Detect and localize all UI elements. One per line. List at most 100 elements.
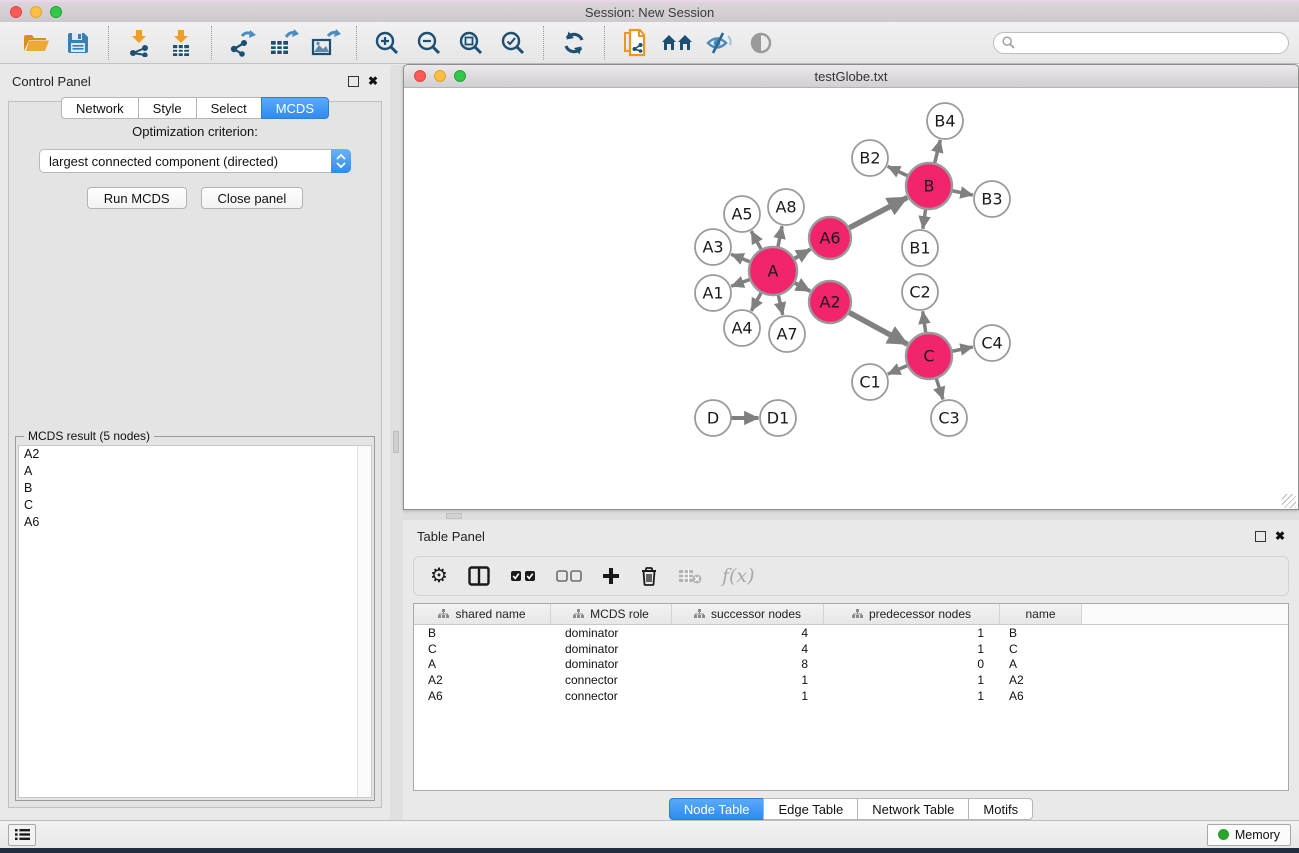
close-panel-icon[interactable]: ✖ — [368, 75, 378, 87]
tab-motifs[interactable]: Motifs — [968, 798, 1033, 820]
graph-node-B3[interactable]: B3 — [974, 181, 1010, 217]
optimization-criterion-label: Optimization criterion: — [9, 124, 381, 139]
graph-node-A6[interactable]: A6 — [809, 217, 851, 259]
column-header-predecessor-nodes[interactable]: predecessor nodes — [824, 604, 1000, 624]
delete-table-icon-disabled — [678, 568, 702, 584]
table-row[interactable]: Adominator80A — [414, 656, 1288, 672]
graph-node-C[interactable]: C — [906, 333, 952, 379]
import-network-icon[interactable] — [121, 26, 157, 60]
criterion-value: largest connected component (directed) — [40, 154, 331, 169]
task-history-button[interactable] — [8, 824, 36, 846]
column-header-shared-name[interactable]: shared name — [414, 604, 551, 624]
zoom-selected-icon[interactable] — [495, 26, 531, 60]
vertical-splitter[interactable] — [390, 65, 403, 820]
scrollbar[interactable] — [357, 446, 371, 797]
graph-node-A7[interactable]: A7 — [769, 316, 805, 352]
graph-node-A3[interactable]: A3 — [695, 229, 731, 265]
tab-select[interactable]: Select — [196, 97, 261, 119]
svg-text:C: C — [923, 347, 934, 366]
close-panel-button[interactable]: Close panel — [201, 187, 304, 209]
tab-node-table[interactable]: Node Table — [669, 798, 764, 820]
graph-node-C2[interactable]: C2 — [902, 274, 938, 310]
table-options-gear-icon[interactable]: ⚙ — [430, 566, 448, 586]
column-header-name[interactable]: name — [1000, 604, 1082, 624]
home-layout-icon[interactable] — [659, 26, 695, 60]
list-item[interactable]: A6 — [19, 514, 371, 531]
table-row[interactable]: Bdominator41B — [414, 625, 1288, 641]
close-table-panel-icon[interactable]: ✖ — [1275, 530, 1285, 542]
list-item[interactable]: A2 — [19, 446, 371, 463]
node-table[interactable]: shared name MCDS role successor nodes pr… — [413, 603, 1289, 791]
table-row[interactable]: Cdominator41C — [414, 641, 1288, 657]
network-canvas[interactable]: A B C A6 A2 A1 A3 A4 A5 A7 A8 B1 B2 B3 B4 C1 C2 C3 C4 D D1 — [405, 89, 1297, 509]
tab-network-table[interactable]: Network Table — [857, 798, 968, 820]
create-column-icon[interactable] — [602, 567, 620, 585]
window-resize-grip[interactable] — [1282, 494, 1296, 508]
refresh-icon[interactable] — [556, 26, 592, 60]
column-header-empty — [1082, 604, 1288, 624]
graph-node-C3[interactable]: C3 — [931, 400, 967, 436]
run-mcds-button[interactable]: Run MCDS — [87, 187, 187, 209]
tab-network[interactable]: Network — [61, 97, 138, 119]
deselect-all-icon[interactable] — [556, 570, 582, 582]
graph-node-A5[interactable]: A5 — [724, 196, 760, 232]
network-window-title: testGlobe.txt — [815, 69, 888, 84]
import-table-icon[interactable] — [163, 26, 199, 60]
open-file-icon[interactable] — [18, 26, 54, 60]
hide-graphics-icon[interactable] — [701, 26, 737, 60]
zoom-network-window-button[interactable] — [454, 70, 466, 82]
mcds-result-box: MCDS result (5 nodes) A2 A B C A6 — [15, 436, 375, 801]
search-input[interactable] — [1020, 36, 1280, 50]
zoom-out-icon[interactable] — [411, 26, 447, 60]
zoom-fit-icon[interactable] — [453, 26, 489, 60]
column-header-successor-nodes[interactable]: successor nodes — [672, 604, 824, 624]
graph-node-B4[interactable]: B4 — [927, 103, 963, 139]
graph-node-C1[interactable]: C1 — [852, 364, 888, 400]
table-row[interactable]: A6connector11A6 — [414, 688, 1288, 704]
graph-node-C4[interactable]: C4 — [974, 325, 1010, 361]
list-item[interactable]: A — [19, 463, 371, 480]
show-graphics-icon[interactable] — [743, 26, 779, 60]
horizontal-splitter[interactable] — [446, 513, 462, 519]
memory-label: Memory — [1235, 828, 1280, 842]
search-field[interactable] — [993, 32, 1289, 54]
memory-button[interactable]: Memory — [1207, 824, 1291, 846]
export-image-icon[interactable] — [308, 26, 344, 60]
graph-node-D1[interactable]: D1 — [760, 400, 796, 436]
graph-node-B2[interactable]: B2 — [852, 140, 888, 176]
tab-style[interactable]: Style — [138, 97, 196, 119]
graph-node-A[interactable]: A — [749, 247, 797, 295]
close-window-button[interactable] — [10, 6, 22, 18]
float-table-panel-icon[interactable] — [1255, 531, 1266, 542]
delete-column-icon[interactable] — [640, 566, 658, 586]
tab-mcds[interactable]: MCDS — [261, 97, 329, 119]
copy-network-icon[interactable] — [617, 26, 653, 60]
svg-text:A6: A6 — [819, 229, 840, 248]
svg-text:C1: C1 — [859, 373, 880, 392]
minimize-network-window-button[interactable] — [434, 70, 446, 82]
export-network-icon[interactable] — [224, 26, 260, 60]
graph-node-A4[interactable]: A4 — [724, 310, 760, 346]
minimize-window-button[interactable] — [30, 6, 42, 18]
graph-node-A8[interactable]: A8 — [768, 189, 804, 225]
show-columns-icon[interactable] — [468, 566, 490, 586]
save-session-icon[interactable] — [60, 26, 96, 60]
select-all-icon[interactable] — [510, 570, 536, 582]
mcds-result-list[interactable]: A2 A B C A6 — [18, 445, 372, 798]
criterion-dropdown[interactable]: largest connected component (directed) — [39, 149, 351, 173]
close-network-window-button[interactable] — [414, 70, 426, 82]
graph-node-A2[interactable]: A2 — [809, 281, 851, 323]
column-header-mcds-role[interactable]: MCDS role — [551, 604, 672, 624]
list-item[interactable]: B — [19, 480, 371, 497]
float-panel-icon[interactable] — [348, 76, 359, 87]
table-row[interactable]: A2connector11A2 — [414, 672, 1288, 688]
zoom-window-button[interactable] — [50, 6, 62, 18]
tab-edge-table[interactable]: Edge Table — [763, 798, 857, 820]
list-item[interactable]: C — [19, 497, 371, 514]
graph-node-D[interactable]: D — [695, 400, 731, 436]
graph-node-B[interactable]: B — [906, 163, 952, 209]
graph-node-A1[interactable]: A1 — [695, 275, 731, 311]
zoom-in-icon[interactable] — [369, 26, 405, 60]
export-table-icon[interactable] — [266, 26, 302, 60]
graph-node-B1[interactable]: B1 — [902, 230, 938, 266]
